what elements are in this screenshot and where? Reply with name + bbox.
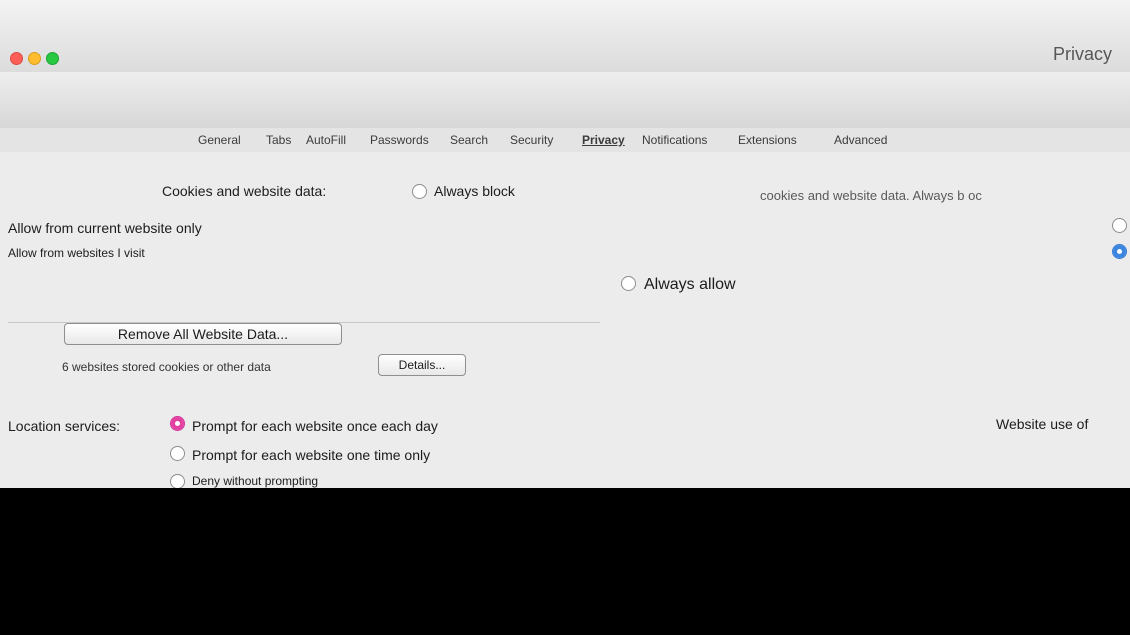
cookies-section-label: Cookies and website data: (162, 183, 327, 199)
window-title: Privacy (1052, 44, 1112, 64)
preferences-toolbar: ⌽ ✋ ✎ ✚ ⚙ ▤ ⌗ ▯ ▦ ✏ ♁ ⚲ (0, 72, 1130, 196)
allow-visited-radio[interactable] (1112, 244, 1127, 259)
preferences-tab-row: General Tabs AutoFill Passwords Search S… (0, 128, 1130, 153)
tab-notifications[interactable]: Notifications (640, 133, 709, 147)
location-daily-label: Prompt for each website once each day (192, 418, 438, 434)
location-once-radio[interactable] (170, 446, 185, 461)
tab-search[interactable]: Search (448, 133, 490, 147)
tab-autofill[interactable]: AutoFill (304, 133, 348, 147)
location-services-label: Location services: (8, 418, 121, 434)
remove-all-website-data-button[interactable]: Remove All Website Data... (64, 323, 342, 345)
cookies-help-text: cookies and website data. Always b oc (760, 188, 982, 203)
tab-general[interactable]: General (196, 133, 243, 147)
allow-current-website-label: Allow from current website only (8, 220, 202, 236)
tab-passwords[interactable]: Passwords (368, 133, 431, 147)
location-deny-label: Deny without prompting (192, 474, 319, 488)
title-bar: Privacy (0, 0, 1130, 73)
tab-privacy[interactable]: Privacy (580, 133, 627, 147)
website-tracking-label: Website use of (996, 416, 1089, 432)
website-data-details-button[interactable]: Details... (378, 354, 466, 376)
tab-tabs[interactable]: Tabs (264, 133, 293, 147)
preferences-window: Privacy ⌽ ✋ ✎ ✚ ⚙ ▤ ⌗ ▯ ▦ ✏ ♁ ⚲ General … (0, 0, 1130, 635)
allow-current-website-radio[interactable] (1112, 218, 1127, 233)
zoom-window-button[interactable] (46, 52, 59, 65)
always-block-radio[interactable] (412, 184, 427, 199)
website-data-count-text: 6 websites stored cookies or other data (62, 360, 271, 374)
always-allow-radio[interactable] (621, 276, 636, 291)
minimize-window-button[interactable] (28, 52, 41, 65)
tab-security[interactable]: Security (508, 133, 555, 147)
always-allow-label: Always allow (644, 276, 736, 293)
tab-extensions[interactable]: Extensions (736, 133, 799, 147)
tab-advanced[interactable]: Advanced (832, 133, 889, 147)
location-once-label: Prompt for each website one time only (192, 447, 431, 463)
black-overlay-region (0, 488, 1130, 635)
allow-visited-label: Allow from websites I visit (8, 246, 145, 260)
location-deny-radio[interactable] (170, 474, 185, 489)
location-daily-radio[interactable] (170, 416, 185, 431)
always-block-label: Always block (434, 183, 515, 199)
close-window-button[interactable] (10, 52, 23, 65)
